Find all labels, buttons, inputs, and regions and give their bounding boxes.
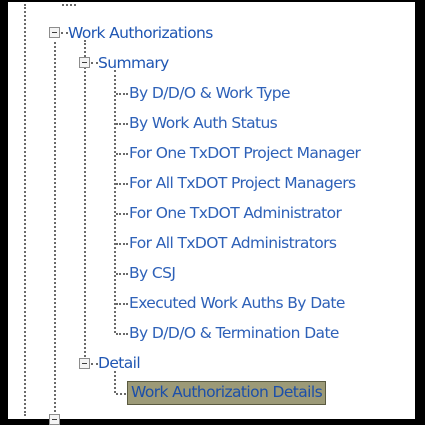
tree-guide-line [91,363,98,365]
collapse-toggle-detail[interactable] [79,358,90,369]
tree-guide-line [114,70,116,333]
frame-right-edge [415,0,425,425]
collapse-toggle-work-authorizations[interactable] [49,27,60,38]
tree-guide-line [116,183,128,185]
tree-leaf-executed-work-auths-by-date[interactable]: Executed Work Auths By Date [129,292,345,314]
tree-node-summary[interactable]: Summary [98,52,169,74]
tree-node-detail[interactable]: Detail [98,352,141,374]
tree-leaf-for-all-administrators[interactable]: For All TxDOT Administrators [129,232,337,254]
tree-leaf-for-one-project-manager[interactable]: For One TxDOT Project Manager [129,142,361,164]
collapse-toggle-summary[interactable] [79,57,90,68]
tree-guide-line [62,4,76,6]
expand-toggle-next-node[interactable] [49,414,60,425]
tree-leaf-by-csj[interactable]: By CSJ [129,262,176,284]
tree-node-work-authorizations[interactable]: Work Authorizations [68,22,213,44]
tree-guide-line [116,303,128,305]
tree-leaf-work-authorization-details[interactable]: Work Authorization Details [127,381,327,405]
tree-leaf-for-one-administrator[interactable]: For One TxDOT Administrator [129,202,342,224]
tree-guide-line [116,243,128,245]
tree-guide-line [116,393,126,395]
tree-guide-line [116,93,128,95]
tree-guide-line [116,333,128,335]
tree-leaf-by-ddo-work-type[interactable]: By D/D/O & Work Type [129,82,291,104]
frame-top-edge [0,0,425,2]
tree-guide-line [116,123,128,125]
tree-view-panel: Work Authorizations Summary By D/D/O & W… [0,0,425,425]
tree-leaf-by-work-auth-status[interactable]: By Work Auth Status [129,112,278,134]
tree-guide-line [24,4,26,416]
tree-guide-line [54,42,56,416]
tree-guide-line [61,32,68,34]
frame-bottom-edge [0,419,425,425]
tree-leaf-by-ddo-termination-date[interactable]: By D/D/O & Termination Date [129,322,339,344]
tree-guide-line [91,62,98,64]
tree-guide-line [114,371,116,393]
tree-leaf-for-all-project-managers[interactable]: For All TxDOT Project Managers [129,172,356,194]
tree-guide-line [84,40,86,365]
tree-guide-line [116,273,128,275]
frame-left-edge [0,0,8,425]
tree-guide-line [116,153,128,155]
tree-guide-line [116,213,128,215]
